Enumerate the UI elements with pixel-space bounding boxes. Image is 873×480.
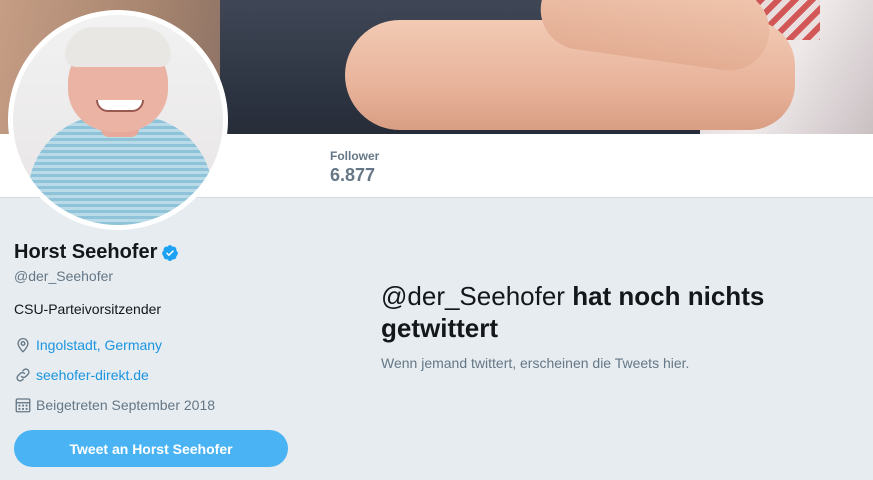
calendar-icon bbox=[15, 398, 31, 413]
tweet-to-button[interactable]: Tweet an Horst Seehofer bbox=[14, 430, 288, 467]
empty-state-subtitle: Wenn jemand twittert, erscheinen die Twe… bbox=[381, 355, 690, 371]
empty-state-handle: @der_Seehofer bbox=[381, 281, 565, 311]
profile-website: seehofer-direkt.de bbox=[14, 366, 149, 384]
avatar-smile bbox=[96, 100, 144, 112]
joined-text: Beigetreten September 2018 bbox=[36, 397, 216, 413]
location-link[interactable]: Ingolstadt, Germany bbox=[36, 337, 162, 353]
avatar-hair bbox=[65, 27, 171, 67]
verified-badge-icon bbox=[161, 244, 179, 262]
empty-state-title: @der_Seehofer hat noch nichts getwittert bbox=[381, 280, 851, 344]
profile-handle[interactable]: @der_Seehofer bbox=[14, 268, 113, 284]
followers-count: 6.877 bbox=[330, 165, 376, 185]
followers-label: Follower bbox=[330, 149, 380, 163]
profile-name-text: Horst Seehofer bbox=[14, 241, 158, 263]
avatar-image bbox=[13, 15, 223, 225]
profile-bio: CSU-Parteivorsitzender bbox=[14, 301, 162, 317]
location-pin-icon bbox=[17, 338, 29, 353]
followers-stat[interactable]: Follower 6.877 bbox=[330, 149, 379, 186]
website-link[interactable]: seehofer-direkt.de bbox=[36, 367, 149, 383]
profile-joined: Beigetreten September 2018 bbox=[14, 396, 215, 414]
profile-name[interactable]: Horst Seehofer bbox=[14, 241, 179, 264]
profile-location: Ingolstadt, Germany bbox=[14, 336, 162, 354]
avatar[interactable] bbox=[8, 10, 228, 230]
link-icon bbox=[16, 368, 30, 382]
